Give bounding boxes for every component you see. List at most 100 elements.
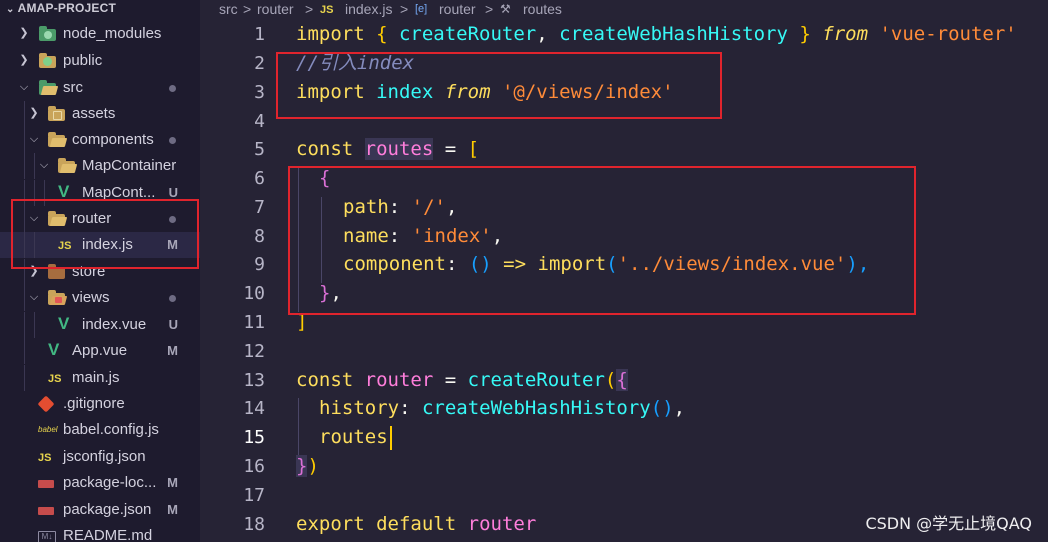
line-number: 4 xyxy=(254,111,265,132)
tree-item-public[interactable]: ❯ public xyxy=(0,48,200,74)
variable-symbol-icon: [e] xyxy=(415,3,428,15)
git-icon xyxy=(37,395,55,413)
vue-file-icon: V xyxy=(58,314,70,333)
tree-item-views[interactable]: ⌵ views xyxy=(0,285,200,311)
tree-item-package-lock[interactable]: package-loc... M xyxy=(0,470,200,496)
breadcrumb-index-js[interactable]: index.js xyxy=(345,0,392,18)
tree-item-label: package-loc... xyxy=(63,474,157,491)
annotation-highlight-box xyxy=(288,166,916,315)
code-line-1[interactable]: import { createRouter, createWebHashHist… xyxy=(296,20,1017,49)
tree-item-label: node_modules xyxy=(63,25,162,42)
folder-public-icon xyxy=(39,53,56,68)
vue-file-icon: V xyxy=(48,340,60,359)
line-number: 14 xyxy=(243,398,265,419)
line-number: 11 xyxy=(243,312,265,333)
tree-item-index-vue[interactable]: V index.vue U xyxy=(0,312,200,338)
chevron-down-icon: ⌵ xyxy=(29,291,39,303)
modified-dot-icon xyxy=(169,137,176,144)
chevron-right-icon: ❯ xyxy=(29,107,39,119)
tree-item-mapcontainer[interactable]: ⌵ MapContainer xyxy=(0,153,200,179)
code-editor[interactable]: src > router > JS index.js > [e] router … xyxy=(200,0,1048,542)
line-number: 12 xyxy=(243,341,265,362)
js-file-icon: JS xyxy=(320,4,334,16)
line-number: 1 xyxy=(254,24,265,45)
explorer-sidebar: ⌄ AMAP-PROJECT ❯ node_modules ❯ public ⌵ … xyxy=(0,0,200,542)
tree-item-babel-config[interactable]: babel babel.config.js xyxy=(0,417,200,443)
annotation-highlight-box xyxy=(276,52,722,119)
breadcrumb-router-symbol[interactable]: router xyxy=(439,0,476,18)
tree-item-readme[interactable]: M↓ README.md xyxy=(0,523,200,542)
chevron-down-icon: ⌄ xyxy=(6,4,15,15)
tree-item-label: babel.config.js xyxy=(63,421,159,438)
line-number: 18 xyxy=(243,514,265,535)
code-line-15[interactable]: routes xyxy=(319,423,388,452)
git-status-badge: M xyxy=(167,502,178,517)
js-file-icon: JS xyxy=(48,373,62,385)
tree-item-label: main.js xyxy=(72,369,120,386)
git-status-badge: U xyxy=(168,317,178,332)
line-number: 9 xyxy=(254,254,265,275)
markdown-icon: M↓ xyxy=(38,531,56,542)
folder-components-open-icon xyxy=(48,132,65,147)
tree-item-label: MapContainer xyxy=(82,157,177,174)
vue-file-icon: V xyxy=(58,182,70,201)
modified-dot-icon xyxy=(169,295,176,302)
text-cursor xyxy=(390,426,392,450)
line-number: 8 xyxy=(254,226,265,247)
chevron-down-icon: ⌵ xyxy=(19,81,29,93)
tree-item-assets[interactable]: ❯ assets xyxy=(0,101,200,127)
babel-icon: babel xyxy=(38,425,58,434)
chevron-right-icon: > xyxy=(243,1,252,17)
code-line-5[interactable]: const routes = [ xyxy=(296,135,479,164)
tree-item-package-json[interactable]: package.json M xyxy=(0,497,200,523)
chevron-right-icon: > xyxy=(485,1,494,17)
tree-item-app-vue[interactable]: V App.vue M xyxy=(0,338,200,364)
line-number: 10 xyxy=(243,283,265,304)
tree-item-src[interactable]: ⌵ src xyxy=(0,75,200,101)
line-number: 13 xyxy=(243,370,265,391)
folder-src-open-icon xyxy=(39,80,56,95)
npm-icon xyxy=(38,507,54,515)
line-number: 3 xyxy=(254,82,265,103)
line-number: 6 xyxy=(254,168,265,189)
tree-item-node-modules[interactable]: ❯ node_modules xyxy=(0,21,200,47)
tree-item-main-js[interactable]: JS main.js xyxy=(0,365,200,391)
line-number: 2 xyxy=(254,53,265,74)
tree-item-label: jsconfig.json xyxy=(63,448,146,465)
indent-guide xyxy=(298,398,299,456)
project-title[interactable]: ⌄ AMAP-PROJECT xyxy=(6,0,116,17)
tree-item-label: App.vue xyxy=(72,342,128,359)
breadcrumb-src[interactable]: src xyxy=(219,0,238,18)
line-number: 7 xyxy=(254,197,265,218)
git-status-badge: M xyxy=(167,475,178,490)
annotation-highlight-box xyxy=(11,199,199,269)
line-number: 16 xyxy=(243,456,265,477)
tree-item-label: src xyxy=(63,79,83,96)
project-title-label: AMAP-PROJECT xyxy=(17,1,116,15)
code-line-14[interactable]: history: createWebHashHistory(), xyxy=(319,394,685,423)
tree-item-label: index.vue xyxy=(82,316,147,333)
tree-item-label: public xyxy=(63,52,103,69)
code-line-13[interactable]: const router = createRouter({ xyxy=(296,366,628,395)
folder-views-open-icon xyxy=(48,290,65,305)
line-number-current: 15 xyxy=(243,427,265,448)
breadcrumb-router[interactable]: router xyxy=(257,0,294,18)
code-line-16[interactable]: }) xyxy=(296,452,319,481)
tree-item-components[interactable]: ⌵ components xyxy=(0,127,200,153)
breadcrumb-routes[interactable]: routes xyxy=(523,0,562,18)
watermark: CSDN @学无止境QAQ xyxy=(865,514,1032,533)
tree-item-label: views xyxy=(72,289,110,306)
npm-icon xyxy=(38,480,54,488)
chevron-right-icon: > xyxy=(400,1,409,17)
chevron-right-icon: ❯ xyxy=(19,27,29,39)
folder-assets-icon xyxy=(48,106,65,121)
tree-item-gitignore[interactable]: .gitignore xyxy=(0,391,200,417)
tree-item-label: assets xyxy=(72,105,116,122)
chevron-right-icon: > xyxy=(305,1,314,17)
wrench-icon: ⚒ xyxy=(500,2,511,16)
tree-item-jsconfig[interactable]: JS jsconfig.json xyxy=(0,444,200,470)
chevron-down-icon: ⌵ xyxy=(39,159,49,171)
code-line-18[interactable]: export default router xyxy=(296,510,536,539)
tree-item-label: .gitignore xyxy=(63,395,125,412)
js-file-icon: JS xyxy=(38,452,52,464)
